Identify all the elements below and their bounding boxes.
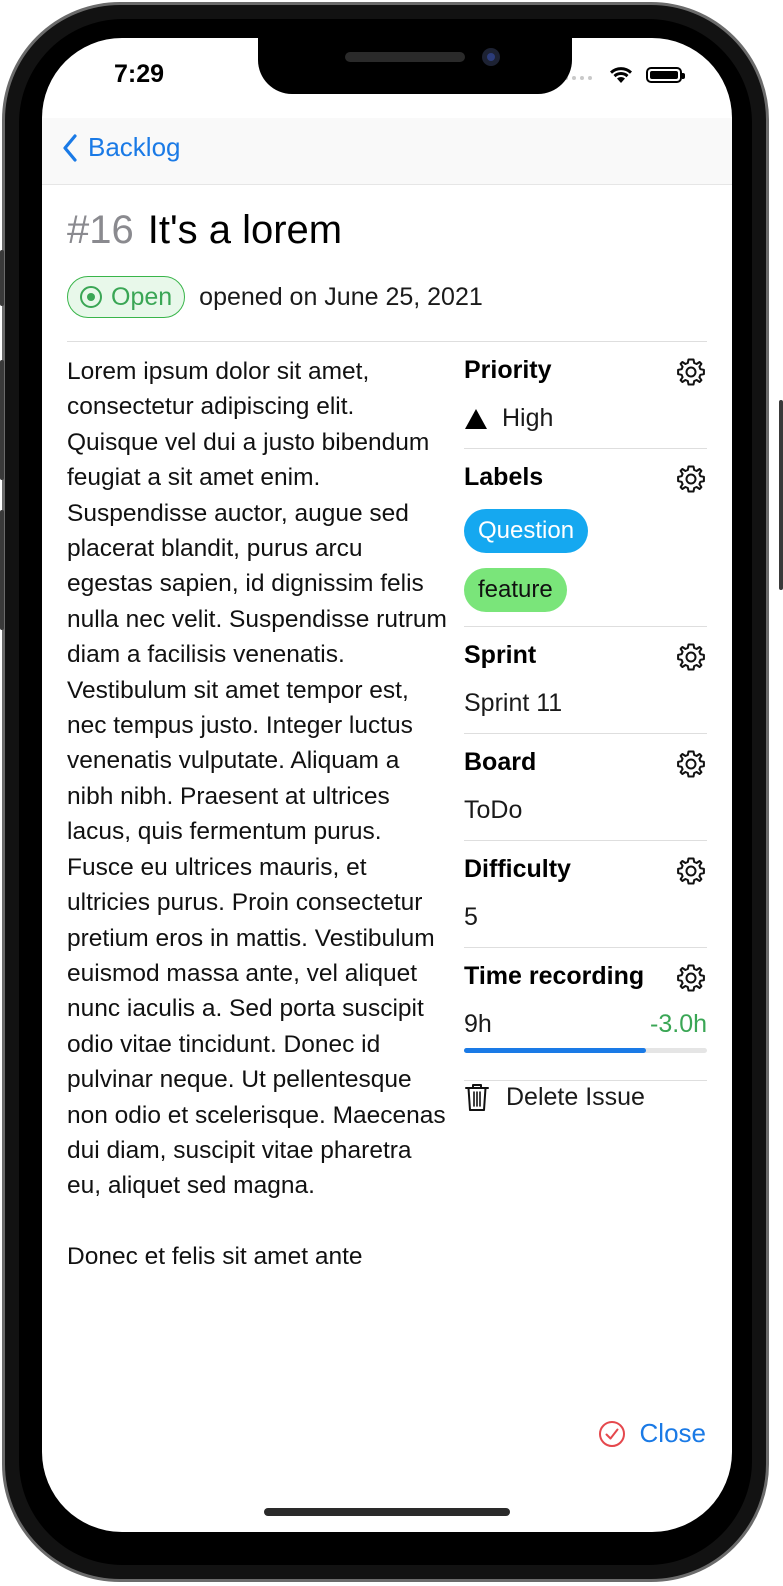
sprint-title: Sprint xyxy=(464,641,537,669)
delete-issue-button[interactable]: Delete Issue xyxy=(464,1082,645,1112)
trash-icon xyxy=(465,1084,489,1111)
chevron-left-icon xyxy=(63,133,77,162)
description-paragraph: Donec et felis sit amet ante xyxy=(67,1242,363,1270)
time-recording-section: Time recording 9h -3.0h xyxy=(464,948,707,1081)
label-chip-feature[interactable]: feature xyxy=(464,568,567,612)
status-label: Open xyxy=(111,282,173,311)
delete-issue-label: Delete Issue xyxy=(506,1082,645,1111)
gear-icon[interactable] xyxy=(675,641,707,673)
board-title: Board xyxy=(464,748,537,776)
close-label: Close xyxy=(639,1418,706,1448)
gear-icon[interactable] xyxy=(675,962,707,994)
gear-icon[interactable] xyxy=(675,748,707,780)
home-indicator[interactable] xyxy=(264,1508,510,1516)
battery-icon xyxy=(646,67,685,83)
checkmark-circle-icon xyxy=(598,1420,625,1447)
phone-power-button xyxy=(779,400,783,590)
labels-title: Labels xyxy=(464,463,544,491)
description-paragraph: Lorem ipsum dolor sit amet, consectetur … xyxy=(67,358,447,1200)
opened-date: opened on June 25, 2021 xyxy=(199,282,483,311)
board-value: ToDo xyxy=(464,796,523,824)
issue-sidebar: Priority High Labels Question feature Sp… xyxy=(464,342,707,1111)
notch xyxy=(258,38,572,94)
difficulty-section: Difficulty 5 xyxy=(464,841,707,948)
labels-section: Labels Question feature xyxy=(464,449,707,627)
difficulty-value: 5 xyxy=(464,903,478,931)
status-time: 7:29 xyxy=(114,60,165,88)
gear-icon[interactable] xyxy=(675,356,707,388)
label-chip-question[interactable]: Question xyxy=(464,509,589,553)
issue-number: #16 xyxy=(67,208,134,252)
time-spent: 9h xyxy=(464,1010,492,1038)
wifi-icon xyxy=(610,67,632,83)
back-label: Backlog xyxy=(88,132,181,162)
sprint-section: Sprint Sprint 11 xyxy=(464,627,707,734)
priority-value-row: High xyxy=(464,404,553,433)
phone-volume-down xyxy=(0,510,4,630)
phone-volume-up xyxy=(0,360,4,480)
time-progress-fill xyxy=(464,1048,647,1053)
status-badge: Open xyxy=(67,276,186,318)
priority-value: High xyxy=(502,404,554,432)
screen: 7:29 Backlog #16 It's a lorem Open opened… xyxy=(42,38,732,1532)
triangle-icon xyxy=(465,408,487,429)
open-circle-icon xyxy=(80,286,102,308)
priority-section: Priority High xyxy=(464,342,707,449)
speaker xyxy=(345,52,465,62)
time-remaining: -3.0h xyxy=(650,1010,707,1038)
issue-heading: #16 It's a lorem xyxy=(67,208,342,253)
time-progress-bar xyxy=(464,1048,707,1053)
issue-status-row: Open opened on June 25, 2021 xyxy=(67,276,483,318)
gear-icon[interactable] xyxy=(675,855,707,887)
time-recording-title: Time recording xyxy=(464,962,645,990)
issue-title: It's a lorem xyxy=(147,208,343,252)
issue-description[interactable]: Lorem ipsum dolor sit amet, consectetur … xyxy=(67,354,447,1404)
priority-title: Priority xyxy=(464,356,552,384)
phone-side-button xyxy=(0,250,4,306)
navigation-bar: Backlog xyxy=(42,118,732,185)
front-camera xyxy=(482,48,500,66)
board-section: Board ToDo xyxy=(464,734,707,841)
cellular-signal-icon xyxy=(564,76,592,80)
close-issue-button[interactable]: Close xyxy=(598,1418,706,1449)
gear-icon[interactable] xyxy=(675,463,707,495)
sprint-value: Sprint 11 xyxy=(464,689,563,717)
back-button[interactable]: Backlog xyxy=(62,132,181,163)
difficulty-title: Difficulty xyxy=(464,855,571,883)
